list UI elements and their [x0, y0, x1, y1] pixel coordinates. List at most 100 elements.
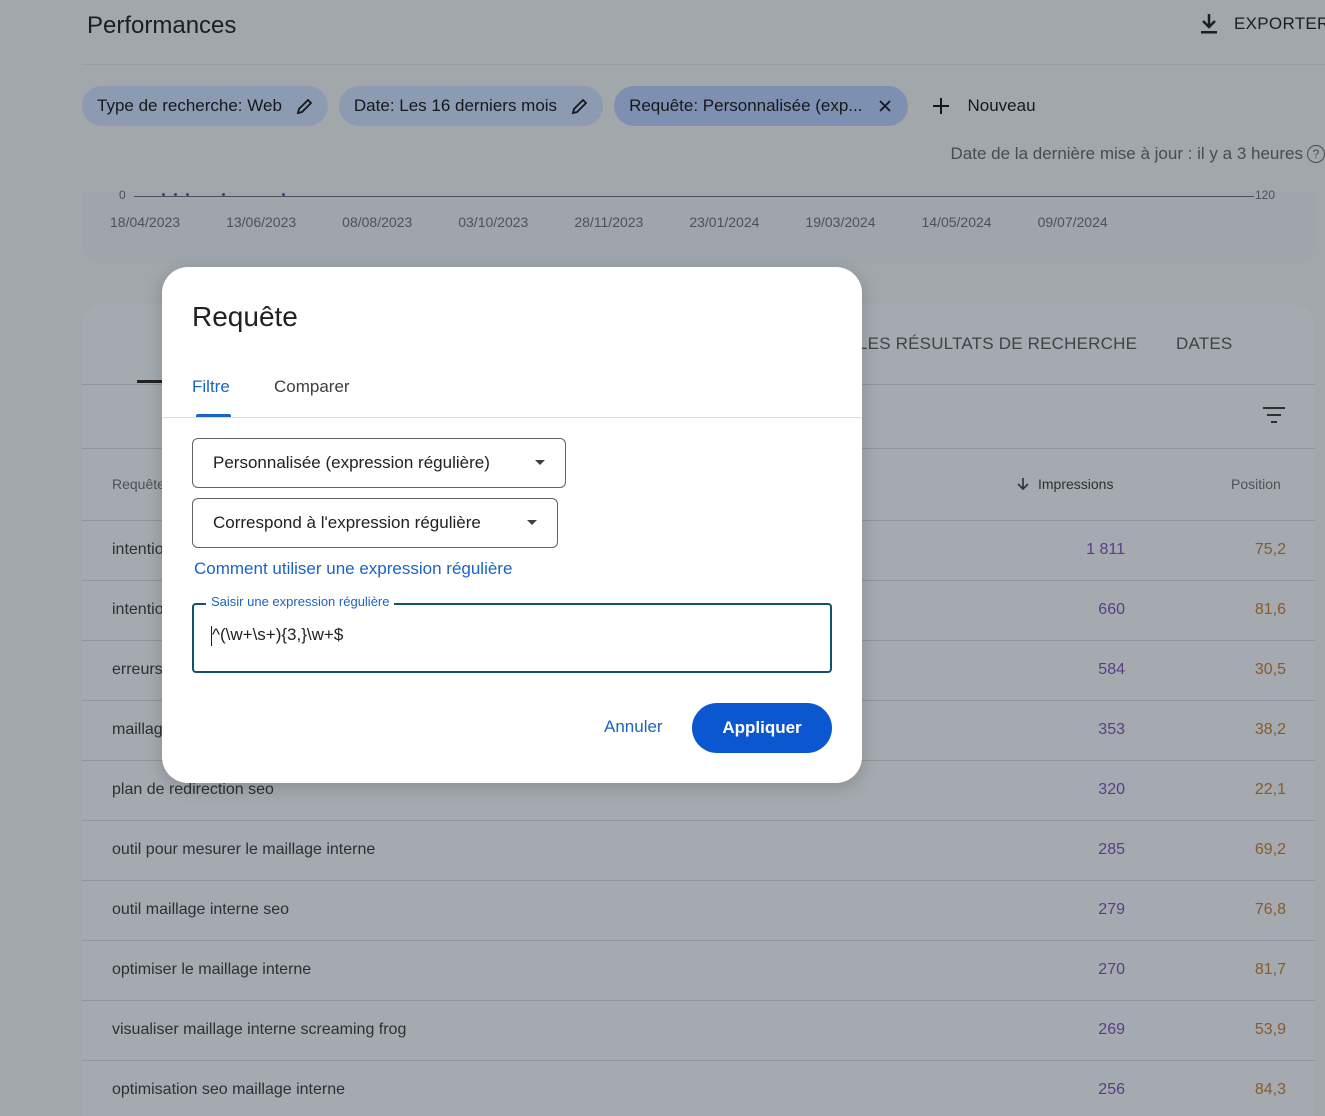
chart-point [162, 193, 165, 196]
row-position: 81,7 [1254, 961, 1286, 978]
table-row[interactable]: visualiser maillage interne screaming fr… [82, 1000, 1315, 1060]
row-impressions: 1 811 [1086, 541, 1125, 558]
row-impressions: 285 [1098, 841, 1125, 858]
column-header-position[interactable]: Position [1231, 476, 1281, 492]
chart-x-axis [134, 196, 1254, 197]
chart-date-label: 19/03/2024 [805, 214, 876, 230]
filter-chip-date[interactable]: Date: Les 16 derniers mois [338, 86, 604, 126]
chart-date-label: 09/07/2024 [1037, 214, 1108, 230]
arrow-down-icon [1017, 478, 1029, 491]
regex-help-link[interactable]: Comment utiliser une expression régulièr… [194, 559, 512, 579]
dialog-title: Requête [192, 301, 298, 332]
filter-chip-query[interactable]: Requête: Personnalisée (exp... [614, 86, 909, 126]
row-impressions: 353 [1098, 721, 1125, 738]
row-query: optimiser le maillage interne [112, 961, 312, 978]
chart-date-label: 13/06/2023 [226, 214, 297, 230]
tab-search-results[interactable]: LES RÉSULTATS DE RECHERCHE [858, 334, 1137, 354]
chart-point [222, 193, 225, 196]
row-impressions: 320 [1098, 781, 1125, 798]
tab-compare[interactable]: Comparer [274, 377, 350, 397]
pencil-icon[interactable] [571, 97, 589, 115]
table-row[interactable]: optimisation seo maillage interne 256 84… [82, 1060, 1315, 1116]
query-filter-dialog: Requête Filtre Comparer Personnalisée (e… [162, 267, 862, 783]
match-type-value: Personnalisée (expression régulière) [213, 453, 490, 472]
chart-axis-min: 0 [119, 188, 126, 202]
apply-button[interactable]: Appliquer [692, 703, 832, 753]
table-row[interactable]: optimiser le maillage interne 270 81,7 [82, 940, 1315, 1000]
chart-date-label: 14/05/2024 [921, 214, 992, 230]
export-button[interactable]: EXPORTER [1198, 12, 1325, 36]
export-label: EXPORTER [1234, 14, 1325, 33]
dropdown-arrow-icon [535, 460, 545, 465]
row-position: 84,3 [1254, 1081, 1286, 1098]
chart-card: 0 120 18/04/2023 13/06/2023 08/08/2023 0… [82, 188, 1315, 264]
dropdown-arrow-icon [527, 520, 537, 525]
chart-date-label: 23/01/2024 [689, 214, 760, 230]
row-position: 76,8 [1254, 901, 1286, 918]
row-position: 75,2 [1254, 541, 1286, 558]
chart-date-label: 28/11/2023 [574, 214, 644, 230]
chart-date-label: 08/08/2023 [342, 214, 413, 230]
row-query: erreurs [112, 661, 163, 678]
header-divider [82, 64, 1325, 65]
download-icon [1201, 14, 1217, 34]
chart-point [174, 193, 177, 196]
row-query: outil pour mesurer le maillage interne [112, 841, 376, 858]
column-header-query[interactable]: Requête [112, 476, 165, 492]
row-impressions: 256 [1098, 1081, 1125, 1098]
regex-input[interactable] [212, 625, 802, 645]
chart-dates: 18/04/2023 13/06/2023 08/08/2023 03/10/2… [110, 214, 1108, 230]
regex-field-label: Saisir une expression régulière [206, 594, 395, 609]
row-position: 53,9 [1254, 1021, 1286, 1038]
filter-list-icon[interactable] [1262, 406, 1286, 424]
plus-icon [933, 98, 950, 114]
chart-date-label: 18/04/2023 [110, 214, 181, 230]
regex-field[interactable]: Saisir une expression régulière [192, 594, 832, 673]
column-header-impressions-label: Impressions [1038, 476, 1114, 492]
row-position: 22,1 [1254, 781, 1286, 798]
pencil-icon[interactable] [296, 97, 314, 115]
chip-label: Type de recherche: Web [97, 96, 282, 115]
row-impressions: 584 [1098, 661, 1125, 678]
row-impressions: 270 [1098, 961, 1125, 978]
chip-label: Requête: Personnalisée (exp... [629, 96, 863, 115]
chart-point [282, 193, 285, 196]
tab-filter[interactable]: Filtre [192, 377, 230, 397]
text-cursor [211, 626, 212, 646]
add-filter-label: Nouveau [967, 96, 1036, 115]
row-position: 30,5 [1254, 661, 1286, 678]
row-query: intentio [112, 541, 164, 558]
match-type-select[interactable]: Personnalisée (expression régulière) [192, 438, 566, 488]
chart-point [186, 193, 189, 196]
condition-value: Correspond à l'expression régulière [213, 513, 481, 532]
table-row[interactable]: outil maillage interne seo 279 76,8 [82, 880, 1315, 940]
cancel-button[interactable]: Annuler [604, 717, 663, 737]
row-query: intentio [112, 601, 164, 618]
filter-chips: Type de recherche: Web Date: Les 16 dern… [82, 86, 1036, 126]
condition-select[interactable]: Correspond à l'expression régulière [192, 498, 558, 548]
tab-active-indicator [137, 380, 163, 383]
row-position: 38,2 [1254, 721, 1286, 738]
filter-chip-search-type[interactable]: Type de recherche: Web [82, 86, 328, 126]
help-icon[interactable]: ? [1307, 145, 1325, 163]
dialog-tabs-divider [162, 417, 862, 418]
row-query: outil maillage interne seo [112, 901, 289, 918]
row-position: 81,6 [1254, 601, 1286, 618]
last-update-text: Date de la dernière mise à jour : il y a… [950, 144, 1303, 163]
table-row[interactable]: outil pour mesurer le maillage interne 2… [82, 820, 1315, 880]
row-impressions: 279 [1098, 901, 1125, 918]
chart-axis-max: 120 [1254, 188, 1275, 202]
close-icon[interactable] [876, 97, 894, 115]
row-position: 69,2 [1254, 841, 1286, 858]
column-header-impressions[interactable]: Impressions [1016, 476, 1113, 492]
last-update: Date de la dernière mise à jour : il y a… [951, 144, 1325, 164]
add-filter-button[interactable]: Nouveau [931, 96, 1036, 116]
page-title: Performances [87, 12, 237, 39]
row-query: optimisation seo maillage interne [112, 1081, 346, 1098]
chart-date-label: 03/10/2023 [458, 214, 529, 230]
row-query: plan de redirection seo [112, 781, 274, 798]
tab-dates[interactable]: DATES [1176, 334, 1232, 354]
row-impressions: 660 [1098, 601, 1125, 618]
row-query: maillag [112, 721, 163, 738]
row-query: visualiser maillage interne screaming fr… [112, 1021, 407, 1038]
